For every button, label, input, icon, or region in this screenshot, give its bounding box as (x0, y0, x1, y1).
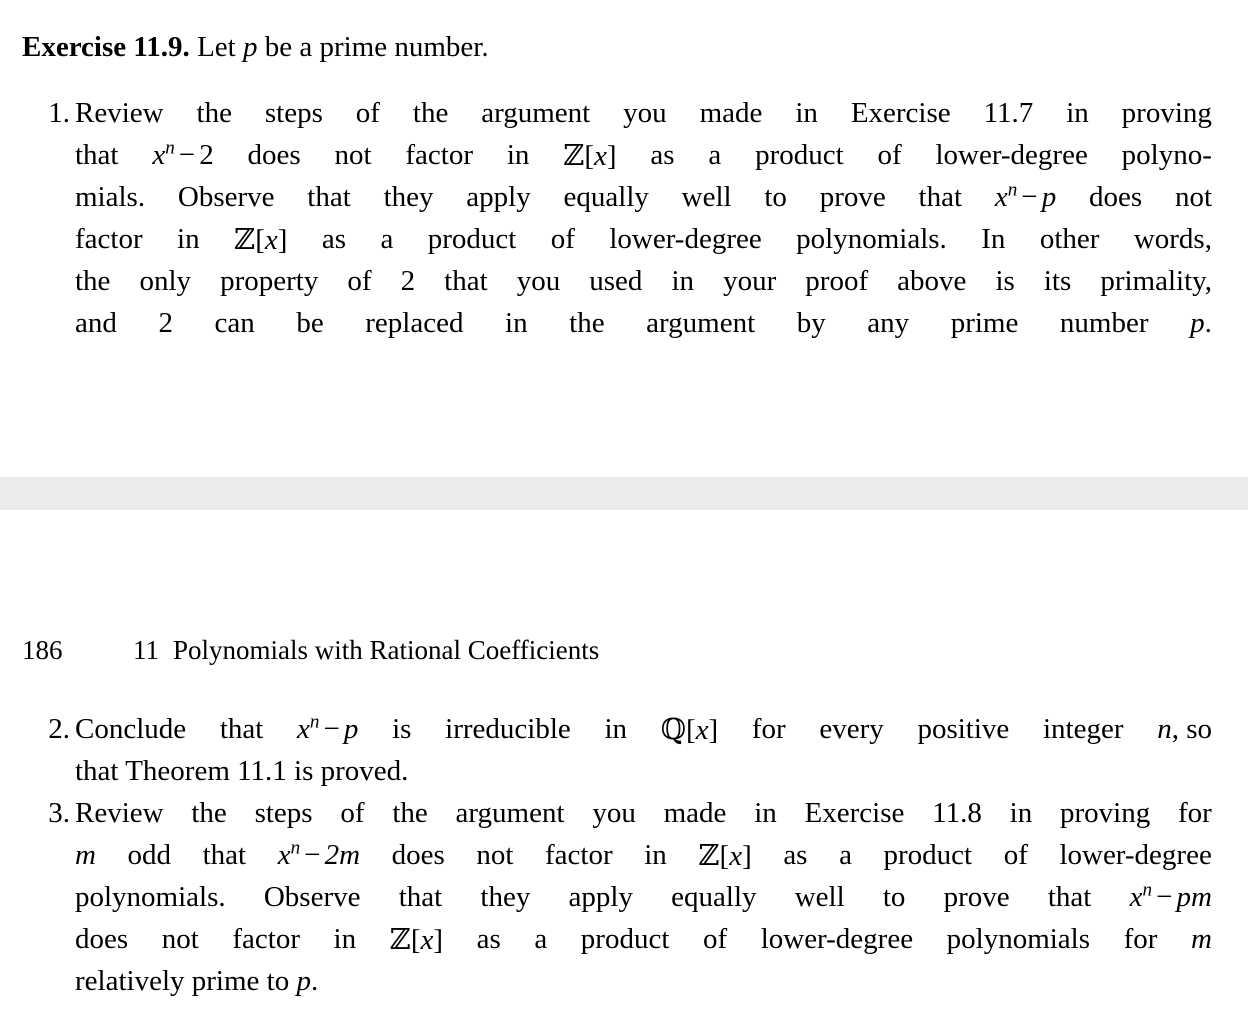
text-line: mials. Observe that they apply equally well to p… (75, 176, 1212, 218)
list-item-3: 3. Review the steps of the argument you made in E… (22, 792, 1212, 1002)
math-expression-xn-minus-p: xn − p (297, 711, 359, 745)
text-line: that Theorem 11.1 is proved. (75, 755, 409, 787)
text-line: Review the steps of the argument you made in Exer… (75, 797, 1212, 829)
text-line: m odd that xn −2m does not factor in ℤ[x] as a produ… (75, 834, 1212, 876)
text-line: polynomials. Observe that they apply equally w… (75, 876, 1212, 918)
page-separator-band (0, 477, 1248, 510)
list-item-3-marker: 3. (48, 797, 70, 829)
math-expression-xn-minus-2m: xn −2m (277, 837, 361, 871)
list-item-2: 2. Conclude that xn − p is irreducible in ℚ[x] fo… (22, 708, 1212, 792)
list-item-1-marker: 1. (48, 97, 70, 129)
list-item-2-body: Conclude that xn − p is irreducible in ℚ[x] for ev… (75, 708, 1212, 792)
text-line: and 2 can be replaced in the argument by any prime… (75, 302, 1212, 344)
exercise-heading: Exercise 11.9. Let p be a prime number. (22, 26, 1212, 68)
list-item-1-body: Review the steps of the argument you made in Exer… (75, 92, 1212, 344)
math-variable-m: m (1190, 923, 1212, 955)
exercise-statement-post: be a prime number. (257, 31, 489, 63)
math-ring-z-x: ℤ[x] (563, 138, 617, 172)
chapter-title: Polynomials with Rational Coefficients (173, 635, 600, 665)
list-item-1: 1. Review the steps of the argument you made in E… (22, 92, 1212, 344)
math-variable-p-period: p. (296, 965, 319, 997)
text-line: factor in ℤ[x] as a product of lower-degree poly… (75, 218, 1212, 260)
math-ring-z-x: ℤ[x] (698, 838, 752, 872)
math-expression-xn-minus-p: xn − p (994, 179, 1057, 213)
math-expression-xn-minus-pm: xn − pm (1129, 879, 1212, 913)
math-variable-n-comma: n, so (1157, 713, 1212, 745)
text-line: Conclude that xn − p is irreducible in ℚ[x] for ev… (75, 708, 1212, 750)
list-item-3-body: Review the steps of the argument you made in Exer… (75, 792, 1212, 1002)
text-line: Review the steps of the argument you made in Exer… (75, 97, 1212, 129)
exercise-statement-pre: Let (197, 31, 243, 63)
math-expression-xn-minus-2: xn −2 (152, 137, 214, 171)
exercise-label: Exercise 11.9. (22, 31, 190, 63)
text-line: relatively prime to p. (75, 965, 319, 997)
page-number: 186 (22, 635, 63, 665)
list-item-2-marker: 2. (48, 713, 70, 745)
numbered-list-second-part: 2. Conclude that xn − p is irreducible in ℚ[x] fo… (22, 708, 1212, 1002)
math-ring-z-x: ℤ[x] (389, 922, 444, 956)
math-field-q-x: ℚ[x] (660, 712, 719, 746)
math-variable-m: m (75, 839, 96, 871)
math-variable-p-period: p. (1190, 307, 1212, 339)
math-ring-z-x: ℤ[x] (234, 222, 288, 256)
running-page-header: 186 11 Polynomials with Rational Coefficie… (22, 632, 599, 668)
text-line: that xn −2 does not factor in ℤ[x] as a product of l… (75, 134, 1212, 176)
document-page: Exercise 11.9. Let p be a prime number. … (0, 0, 1248, 1024)
math-variable-p: p (242, 31, 258, 63)
text-line: does not factor in ℤ[x] as a product of lower-deg… (75, 918, 1212, 960)
numbered-list-first-part: 1. Review the steps of the argument you made in E… (22, 92, 1212, 344)
text-line: the only property of 2 that you used in your proof… (75, 265, 1212, 297)
chapter-number: 11 (133, 635, 159, 665)
